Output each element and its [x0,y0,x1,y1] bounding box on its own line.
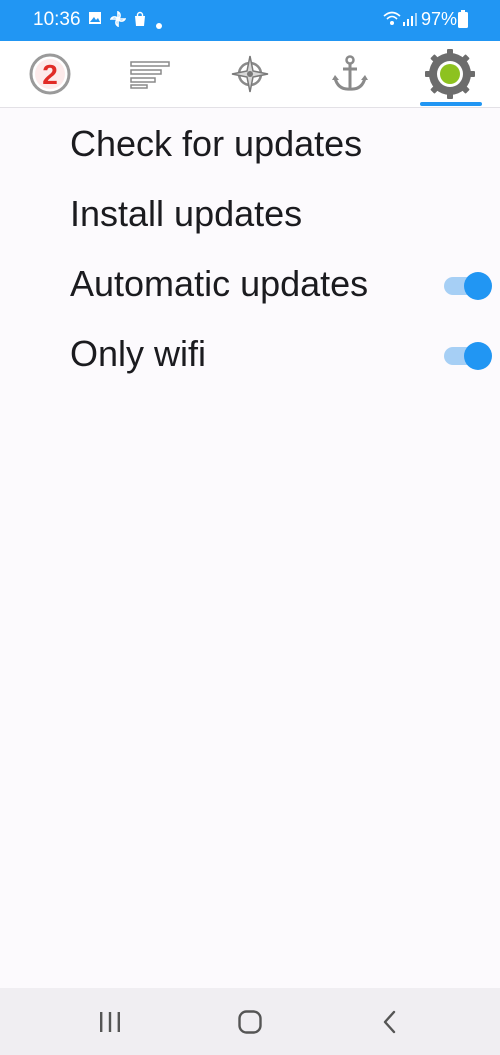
recent-apps-button[interactable] [90,1002,130,1042]
home-icon [238,1010,262,1034]
compass-icon [231,55,269,93]
race-badge-number: 2 [42,59,58,90]
install-updates-label: Install updates [70,193,303,234]
recent-apps-icon [100,1012,120,1032]
tab-settings[interactable] [400,41,500,107]
home-button[interactable] [230,1002,270,1042]
only-wifi-row: Only wifi [0,323,500,387]
check-updates-label: Check for updates [70,123,363,164]
only-wifi-label: Only wifi [70,333,207,374]
anchor-icon [332,55,368,91]
switch-thumb [464,272,492,300]
status-bar: 10:36 97% [0,0,500,41]
battery-icon [458,10,468,33]
install-updates-item[interactable]: Install updates [0,183,500,247]
check-updates-item[interactable]: Check for updates [0,113,500,177]
automatic-updates-row: Automatic updates [0,253,500,317]
tab-bar: 2 [0,41,500,108]
switch-thumb [464,342,492,370]
back-button[interactable] [370,1002,410,1042]
automatic-updates-switch[interactable] [444,271,492,300]
settings-gear-icon [425,49,475,99]
wifi-icon [383,11,401,32]
system-nav-bar [0,988,500,1055]
status-time: 10:36 [33,9,81,30]
active-tab-indicator [420,102,482,106]
shopping-bag-icon [133,11,147,32]
tab-compass[interactable] [200,41,300,107]
notification-dot-icon [156,16,162,34]
race-badge-2-icon: 2 [29,53,71,95]
automatic-updates-label: Automatic updates [70,263,369,304]
pinwheel-icon [109,10,127,32]
lines-list-icon [130,61,170,89]
tab-list[interactable] [100,41,200,107]
battery-percent: 97% [421,9,458,29]
only-wifi-switch[interactable] [444,341,492,370]
tab-race[interactable]: 2 [0,41,100,107]
back-icon [383,1010,396,1034]
tab-anchor[interactable] [300,41,400,107]
gallery-icon [88,11,102,30]
signal-icon [402,11,418,32]
